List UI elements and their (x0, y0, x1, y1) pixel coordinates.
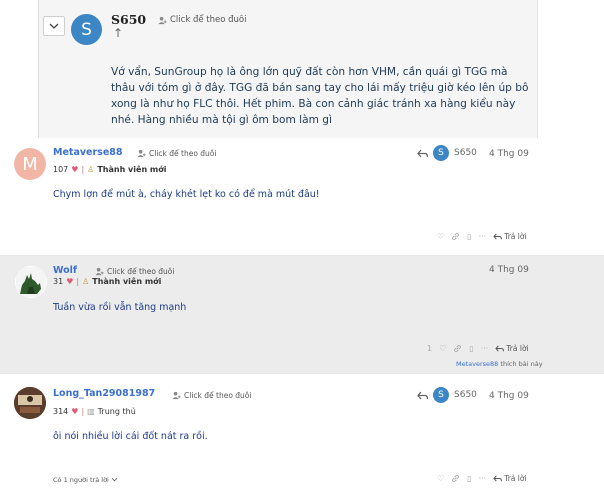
post: Wolf Click để theo đuôi 31 ♥ | ♙ Thành v… (0, 256, 604, 374)
bookmark-icon[interactable]: ▯ (469, 344, 473, 353)
reply-to-name: S650 (454, 390, 477, 400)
follow-label: Click để theo đuôi (149, 149, 217, 158)
photo-avatar-icon (14, 387, 46, 419)
user-meta: 314 ♥ | ▥ Trung thủ (53, 407, 136, 416)
liked-by: Metaverse88 thích bài này (456, 360, 543, 368)
bookmark-icon[interactable]: ▯ (467, 232, 471, 241)
reply-arrow-icon (493, 233, 503, 240)
post-actions: 1 ♡ ▯ ··· Trả lời (427, 344, 529, 353)
post: Long_Tan29081987 Click để theo đuôi 314 … (0, 374, 604, 500)
liked-by-user[interactable]: Metaverse88 (456, 360, 498, 368)
post-date[interactable]: 4 Thg 09 (489, 265, 529, 275)
like-count: 1 (427, 344, 433, 353)
like-count: 31 (53, 277, 64, 286)
rank-label: Trung thủ (97, 407, 136, 416)
link-icon[interactable] (453, 344, 462, 353)
avatar[interactable]: S (71, 14, 102, 45)
user-meta: 107 ♥ | ♙ Thành viên mới (53, 165, 167, 174)
reply-arrow-icon (495, 345, 505, 352)
heart-icon: ♥ (71, 165, 79, 174)
reply-label: Trả lời (504, 232, 527, 241)
follow-button[interactable]: Click để theo đuôi (158, 15, 246, 25)
reply-button[interactable]: Trả lời (493, 474, 527, 483)
avatar[interactable] (15, 266, 47, 298)
reply-button[interactable]: Trả lời (495, 344, 529, 353)
link-icon[interactable] (451, 232, 460, 241)
show-replies-button[interactable]: Có 1 người trả lời (53, 476, 118, 484)
heart-outline-icon[interactable]: ♡ (437, 232, 444, 241)
heart-icon: ♥ (71, 407, 79, 416)
follow-label: Click để theo đuôi (107, 267, 175, 276)
reply-label: Trả lời (504, 474, 527, 483)
rank-label: Thành viên mới (97, 165, 167, 174)
post-body: Tuần vừa rồi vẫn tăng mạnh (53, 302, 187, 313)
link-icon[interactable] (451, 474, 460, 483)
post-date[interactable]: 4 Thg 09 (489, 149, 529, 159)
chevron-down-icon (49, 23, 59, 29)
rank-label: Thành viên mới (92, 277, 162, 286)
user-follow-icon (95, 267, 104, 276)
reply-arrow-icon (417, 149, 428, 157)
more-icon[interactable]: ··· (481, 344, 489, 353)
user-follow-icon (137, 149, 146, 158)
like-count: 107 (53, 165, 69, 174)
follow-button[interactable]: Click để theo đuôi (95, 267, 174, 276)
avatar: S (433, 145, 449, 161)
heart-outline-icon[interactable]: ♡ (437, 474, 444, 483)
heart-outline-icon[interactable]: ♡ (439, 344, 446, 353)
more-replies-label: Có 1 người trả lời (53, 476, 109, 484)
reply-to[interactable]: S S650 (417, 145, 477, 161)
follow-button[interactable]: Click để theo đuôi (172, 391, 251, 400)
bookmark-icon[interactable]: ▯ (467, 474, 471, 483)
post-actions: ♡ ▯ ··· Trả lời (437, 474, 527, 483)
reply-to-name: S650 (454, 148, 477, 158)
reply-label: Trả lời (506, 344, 529, 353)
follow-label: Click để theo đuôi (184, 391, 252, 400)
follow-label: Click để theo đuôi (170, 15, 247, 25)
chevron-down-icon (111, 477, 118, 482)
username[interactable]: Metaverse88 (53, 147, 123, 158)
rank-icon: ▥ (87, 407, 95, 416)
username[interactable]: Long_Tan29081987 (53, 388, 155, 399)
liked-suffix: thích bài này (500, 360, 543, 368)
more-icon[interactable]: ··· (479, 232, 487, 241)
reply-button[interactable]: Trả lời (493, 232, 527, 241)
reply-arrow-icon (417, 391, 428, 399)
follow-button[interactable]: Click để theo đuôi (137, 149, 216, 158)
more-icon[interactable]: ··· (479, 474, 487, 483)
user-follow-icon (172, 391, 181, 400)
quote-username[interactable]: S650 (111, 12, 146, 27)
avatar[interactable] (14, 387, 46, 419)
rank-icon: ♙ (82, 277, 90, 286)
heart-icon: ♥ (66, 277, 74, 286)
reply-to[interactable]: S S650 (417, 387, 477, 403)
expand-quote-button[interactable] (43, 16, 65, 36)
rank-icon: ♙ (87, 165, 95, 174)
post-body: Chym lợn để mút à, cháy khét lẹt ko có đ… (53, 189, 320, 200)
arrow-up-icon[interactable]: ↑ (113, 26, 123, 40)
quote-divider (38, 0, 39, 138)
post-actions: ♡ ▯ ··· Trả lời (437, 232, 527, 241)
quote-text: Vớ vẩn, SunGroup họ là ông lớn quỹ đất c… (111, 66, 529, 126)
avatar: S (433, 387, 449, 403)
post-body: ôi nói nhiều lời cái đốt nát ra rồi. (53, 431, 208, 442)
username[interactable]: Wolf (53, 265, 77, 276)
avatar[interactable]: M (14, 148, 46, 180)
user-meta: 31 ♥ | ♙ Thành viên mới (53, 277, 162, 286)
reply-arrow-icon (493, 475, 503, 482)
post-date[interactable]: 4 Thg 09 (489, 391, 529, 401)
post: M Metaverse88 Click để theo đuôi 107 ♥ |… (0, 138, 604, 256)
user-follow-icon (158, 16, 167, 24)
wolf-avatar-icon (16, 267, 46, 297)
like-count: 314 (53, 407, 69, 416)
